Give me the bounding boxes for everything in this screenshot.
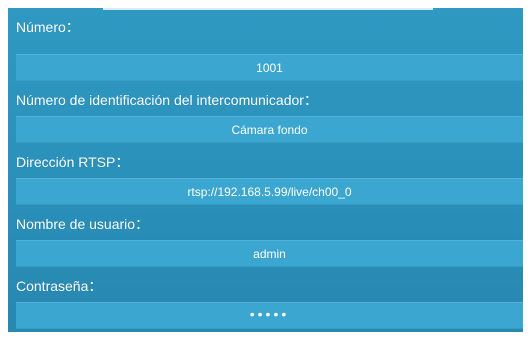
intercom-id-label: Número de identificación del intercomuni… xyxy=(16,92,318,108)
rtsp-field[interactable]: rtsp://192.168.5.99/live/ch00_0 xyxy=(16,178,523,205)
top-divider xyxy=(103,8,433,10)
numero-value: 1001 xyxy=(256,60,283,75)
password-label: Contraseña： xyxy=(16,278,103,294)
password-value: ••••• xyxy=(249,305,290,322)
settings-panel: Número： 1001 Número de identificación de… xyxy=(8,8,523,332)
username-value: admin xyxy=(253,246,286,261)
password-field[interactable]: ••••• xyxy=(16,302,523,329)
numero-label: Número： xyxy=(16,19,80,35)
username-field[interactable]: admin xyxy=(16,240,523,267)
username-label: Nombre de usuario： xyxy=(16,216,150,232)
rtsp-value: rtsp://192.168.5.99/live/ch00_0 xyxy=(187,184,352,199)
intercom-id-field[interactable]: Cámara fondo xyxy=(16,116,523,143)
numero-field[interactable]: 1001 xyxy=(16,54,523,81)
rtsp-label: Dirección RTSP： xyxy=(16,154,130,170)
intercom-id-value: Cámara fondo xyxy=(231,122,308,137)
